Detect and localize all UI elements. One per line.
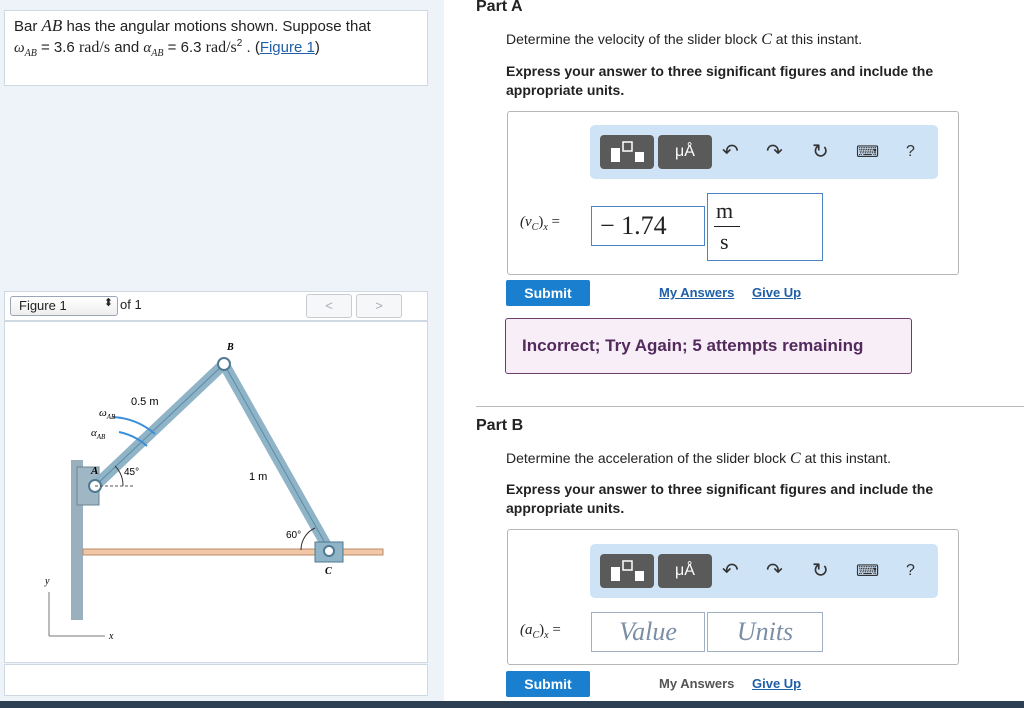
keyboard-icon[interactable]: ⌨ — [856, 561, 879, 581]
text: at this instant. — [800, 450, 891, 466]
template-icon — [611, 560, 644, 581]
label-05m: 0.5 m — [131, 396, 159, 408]
var-c: C — [761, 31, 772, 48]
pin-c — [323, 545, 335, 557]
problem-statement-line1: Bar AB has the angular motions shown. Su… — [14, 16, 371, 36]
omega-sub: AB — [106, 413, 116, 421]
part-divider — [476, 406, 1024, 407]
label-b: B — [226, 342, 234, 353]
velocity-value-input[interactable]: − 1.74 — [591, 206, 705, 246]
part-b-my-answers-link[interactable]: My Answers — [659, 676, 734, 691]
units-denominator: s — [720, 229, 729, 254]
label-x: x — [108, 631, 114, 642]
figure-footer — [4, 664, 428, 696]
omega-value: = 3.6 — [36, 39, 79, 56]
template-button[interactable] — [600, 135, 654, 169]
part-b-title: Part B — [476, 417, 524, 434]
omega-units: rad/s — [78, 39, 111, 56]
undo-icon[interactable]: ↶ — [722, 558, 739, 583]
undo-icon[interactable]: ↶ — [722, 139, 739, 164]
figure-link[interactable]: Figure 1 — [260, 39, 315, 56]
units-button[interactable]: μÅ — [658, 554, 712, 588]
template-button[interactable] — [600, 554, 654, 588]
fraction-bar — [714, 226, 740, 227]
figure-select-label: Figure 1 — [19, 298, 67, 313]
bottom-bar — [0, 701, 1024, 708]
units-numerator: m — [716, 198, 734, 223]
part-a-instruction: Express your answer to three significant… — [506, 63, 934, 98]
template-icon — [611, 141, 644, 162]
problem-statement-line2: ωAB = 3.6 rad/s and αAB = 6.3 rad/s2 . (… — [14, 38, 320, 59]
part-a-give-up-link[interactable]: Give Up — [752, 285, 801, 300]
label-c: C — [325, 566, 332, 577]
velocity-units-input[interactable]: m s — [707, 193, 823, 261]
acceleration-value-input[interactable]: Value — [591, 612, 705, 652]
alpha-sub: AB — [96, 433, 106, 441]
text: Bar — [14, 18, 42, 35]
a: (a — [520, 622, 533, 638]
text: ) — [314, 39, 320, 56]
next-figure-button[interactable]: > — [356, 294, 402, 318]
help-icon[interactable]: ? — [906, 143, 915, 161]
part-a-title: Part A — [476, 0, 523, 15]
redo-icon[interactable]: ↷ — [766, 139, 783, 164]
figure-area: B A C 0.5 m 1 m 45° 60° ωAB αAB y x — [4, 321, 428, 663]
acceleration-units-input[interactable]: Units — [707, 612, 823, 652]
text: and — [110, 39, 144, 56]
var-c: C — [790, 450, 801, 467]
alpha-units: rad/s — [205, 39, 237, 56]
help-icon[interactable]: ? — [906, 562, 915, 580]
label-omega: ωAB — [99, 407, 116, 421]
figure-count: of 1 — [120, 297, 142, 312]
prev-figure-button[interactable]: < — [306, 294, 352, 318]
mechanism-figure: B A C 0.5 m 1 m 45° 60° ωAB αAB y x — [44, 342, 384, 642]
var-ab: AB — [41, 16, 63, 35]
figure-select[interactable]: Figure 1 ⬍ — [10, 296, 118, 316]
label-y: y — [44, 576, 50, 587]
prev-label: < — [325, 298, 333, 313]
units-button[interactable]: μÅ — [658, 135, 712, 169]
alpha-value: = 6.3 — [163, 39, 206, 56]
label-45: 45° — [124, 467, 139, 478]
text: has the angular motions shown. Suppose t… — [62, 18, 371, 35]
part-b-instruction: Express your answer to three significant… — [506, 481, 934, 516]
part-b-submit-button[interactable]: Submit — [506, 671, 590, 697]
updown-icon: ⬍ — [103, 297, 113, 309]
text: Determine the velocity of the slider blo… — [506, 31, 762, 47]
text: Determine the acceleration of the slider… — [506, 450, 791, 466]
part-b-give-up-link[interactable]: Give Up — [752, 676, 801, 691]
text: at this instant. — [771, 31, 863, 47]
part-a-field-label: (vC)x = — [520, 214, 560, 233]
next-label: > — [375, 298, 383, 313]
label-alpha: αAB — [91, 427, 106, 441]
label-60: 60° — [286, 530, 301, 541]
part-b-field-label: (aC)x = — [520, 622, 561, 641]
bar-ab-edge — [94, 363, 225, 487]
omega-sub: AB — [24, 48, 37, 59]
text: . ( — [242, 39, 260, 56]
keyboard-icon[interactable]: ⌨ — [856, 142, 879, 162]
redo-icon[interactable]: ↷ — [766, 558, 783, 583]
part-b-question: Determine the acceleration of the slider… — [506, 450, 891, 468]
part-a-question: Determine the velocity of the slider blo… — [506, 31, 862, 49]
eq: = — [547, 214, 560, 230]
omega-symbol: ω — [14, 40, 25, 56]
pin-b — [217, 357, 231, 371]
v: (v — [520, 214, 532, 230]
part-a-my-answers-link[interactable]: My Answers — [659, 285, 734, 300]
label-1m: 1 m — [249, 471, 267, 483]
alpha-sub: AB — [151, 48, 164, 59]
part-a-submit-button[interactable]: Submit — [506, 280, 590, 306]
feedback-message: Incorrect; Try Again; 5 attempts remaini… — [505, 318, 912, 374]
eq: = — [548, 622, 561, 638]
bar-bc-edge — [223, 363, 330, 551]
part-b-toolbar: μÅ ↶ ↷ ↻ ⌨ ? — [590, 544, 938, 598]
reset-icon[interactable]: ↻ — [812, 139, 829, 164]
label-a: A — [90, 465, 98, 477]
part-a-toolbar: μÅ ↶ ↷ ↻ ⌨ ? — [590, 125, 938, 179]
reset-icon[interactable]: ↻ — [812, 558, 829, 583]
